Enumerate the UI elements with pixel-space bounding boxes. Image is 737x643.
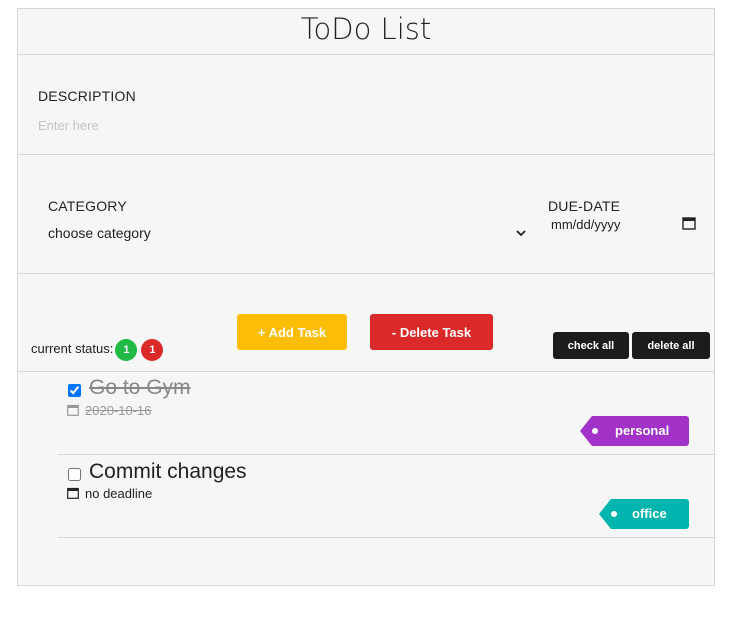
description-label: DESCRIPTION	[38, 88, 136, 104]
category-tag-office: office	[599, 499, 689, 529]
category-label: CATEGORY	[48, 198, 127, 214]
task-checkbox[interactable]	[68, 384, 81, 397]
task-name: Commit changes	[89, 460, 247, 483]
completed-count-badge: 1	[115, 338, 138, 361]
description-section: DESCRIPTION	[18, 54, 714, 155]
add-task-button[interactable]: + Add Task	[237, 314, 347, 350]
delete-all-button[interactable]: delete all	[632, 332, 710, 359]
actions-section: current status: 1 1 + Add Task - Delete Ta…	[18, 273, 714, 372]
due-date-value: mm/dd/yyyy	[551, 217, 621, 232]
chevron-down-icon	[516, 230, 526, 237]
page-title: ToDo List	[18, 9, 714, 55]
task-date: no deadline	[67, 486, 152, 501]
category-select-value: choose category	[48, 225, 151, 241]
tag-dot	[592, 428, 598, 434]
task-date-value: no deadline	[85, 486, 153, 501]
due-date-input[interactable]: mm/dd/yyyy	[551, 214, 696, 236]
category-select[interactable]: choose category	[48, 222, 528, 244]
calendar-icon	[67, 487, 79, 499]
task-date-value: 2020-10-16	[85, 403, 152, 418]
description-input[interactable]	[38, 114, 598, 136]
due-date-label: DUE-DATE	[548, 198, 621, 214]
task-name: Go to Gym	[89, 376, 191, 399]
status-label: current status:	[31, 341, 114, 356]
task-item: Commit changes no deadline office	[58, 454, 716, 538]
delete-task-button[interactable]: - Delete Task	[370, 314, 493, 350]
pending-count-badge: 1	[141, 338, 164, 361]
check-all-button[interactable]: check all	[553, 332, 629, 359]
category-tag-personal: personal	[580, 416, 689, 446]
category-section: CATEGORY choose category DUE-DATE mm/dd/…	[18, 154, 714, 274]
task-item: Go to Gym 2020-10-16 personal	[58, 371, 716, 455]
task-checkbox[interactable]	[68, 468, 81, 481]
current-status: current status: 1 1	[31, 337, 164, 361]
calendar-icon	[67, 404, 79, 416]
tag-label: personal	[615, 423, 670, 438]
calendar-icon[interactable]	[682, 216, 696, 230]
tag-label: office	[632, 506, 667, 521]
tag-dot	[611, 511, 617, 517]
todo-app: ToDo List DESCRIPTION CATEGORY choose ca…	[17, 8, 716, 586]
task-date: 2020-10-16	[67, 403, 152, 418]
